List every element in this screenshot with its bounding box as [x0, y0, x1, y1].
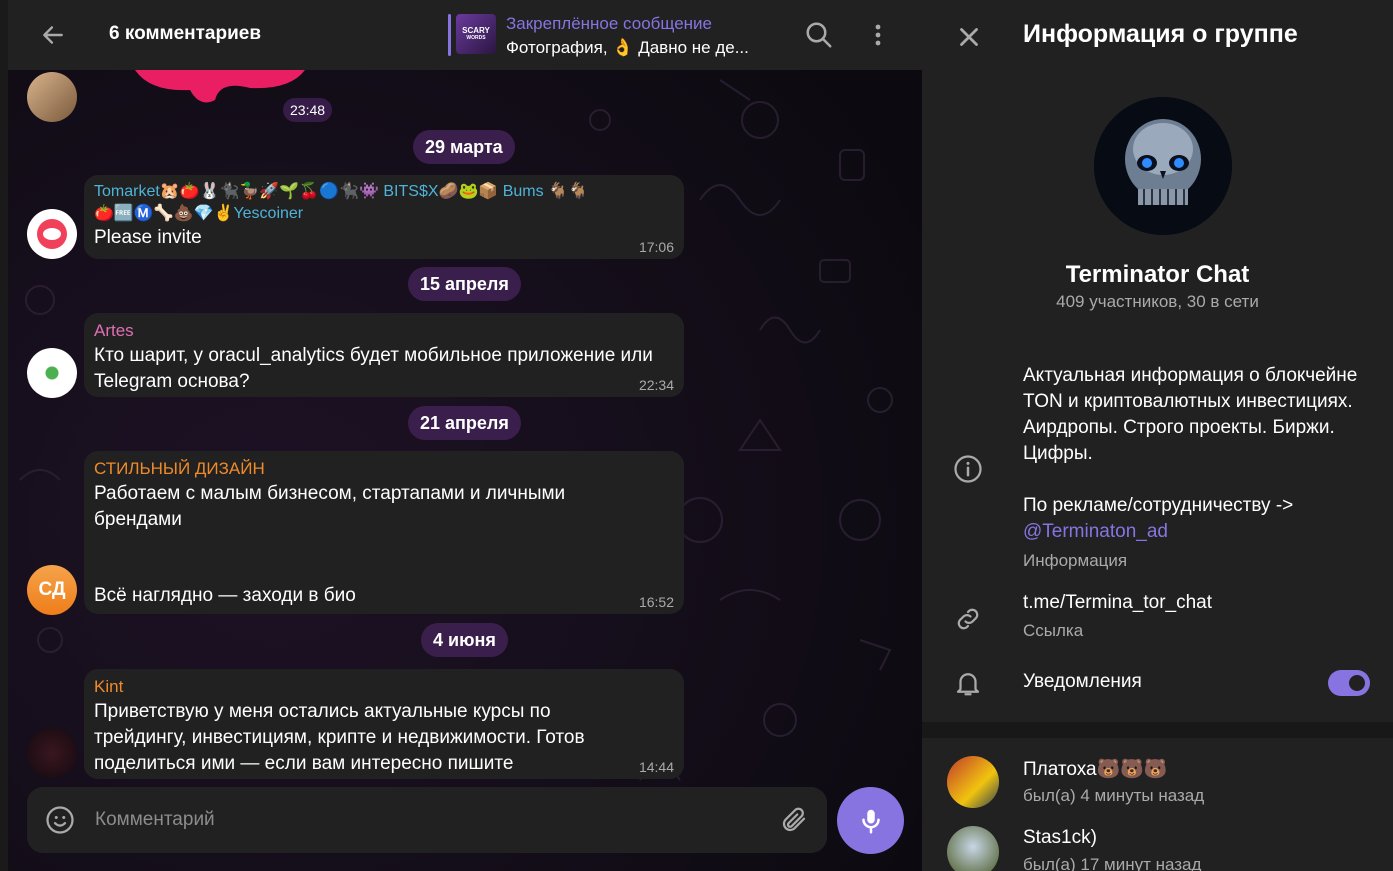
sender-avatar[interactable]	[27, 72, 77, 122]
comments-title: 6 комментариев	[109, 23, 262, 44]
attach-button[interactable]	[779, 805, 809, 835]
message-text: Please invite	[94, 227, 202, 248]
panel-title: Информация о группе	[1023, 20, 1298, 48]
close-icon	[960, 28, 978, 46]
paperclip-icon	[782, 807, 806, 832]
sender-avatar[interactable]	[27, 348, 77, 398]
message-time: 17:06	[638, 239, 674, 255]
message-bubble[interactable]: Artes Кто шарит, у oracul_analytics буде…	[84, 313, 684, 397]
window-edge	[0, 0, 8, 871]
tomato-icon	[37, 219, 67, 249]
pinned-message-preview[interactable]: Фотография, 👌 Давно не де...	[506, 38, 749, 58]
sender-name[interactable]: Kint	[94, 675, 674, 699]
more-vertical-icon	[875, 24, 881, 46]
message-time: 16:52	[638, 594, 674, 610]
section-divider	[922, 722, 1393, 738]
date-separator: 29 марта	[413, 130, 515, 164]
pinned-message-title[interactable]: Закреплённое сообщение	[506, 14, 712, 34]
search-icon	[806, 22, 832, 48]
message-bubble[interactable]: СТИЛЬНЫЙ ДИЗАЙН Работаем с малым бизнесо…	[84, 451, 684, 614]
comment-input[interactable]	[95, 807, 755, 833]
message-time: 23:48	[283, 98, 333, 122]
date-separator: 4 июня	[421, 623, 508, 657]
description-label: Информация	[1023, 551, 1128, 570]
sender-avatar[interactable]	[27, 209, 77, 259]
sender-name[interactable]: СТИЛЬНЫЙ ДИЗАЙН	[94, 457, 674, 481]
more-button[interactable]	[866, 20, 890, 50]
message-composer	[27, 787, 827, 853]
voice-record-button[interactable]	[837, 787, 904, 854]
member-status: был(а) 4 минуты назад	[1023, 786, 1205, 805]
invite-link[interactable]: t.me/Termina_tor_chat	[1023, 592, 1212, 614]
skull-icon	[1094, 97, 1232, 235]
microphone-icon	[861, 809, 880, 833]
sender-name[interactable]: Tomarket🐹🍅🐰🐈‍⬛🦆🚀🌱🍒🔵🐈‍⬛👾 BITS$X🥔🐸📦 Bums 🐐…	[94, 181, 674, 203]
date-separator: 15 апреля	[408, 267, 521, 301]
date-separator: 21 апреля	[408, 406, 521, 440]
arrow-left-icon	[43, 26, 63, 44]
sender-name[interactable]: Artes	[94, 319, 674, 343]
link-icon	[953, 604, 983, 634]
sender-avatar[interactable]	[27, 728, 77, 778]
pinned-thumbnail[interactable]: SCARY WORDS	[456, 14, 496, 54]
message-time: 14:44	[638, 759, 674, 775]
pinned-thumbnail-text: SCARY	[462, 26, 490, 35]
member-status: был(а) 17 минут назад	[1023, 855, 1202, 871]
member-name[interactable]: Платоха🐻🐻🐻	[1023, 757, 1168, 781]
pinned-indicator	[448, 14, 451, 56]
ad-contact-link[interactable]: @Terminaton_ad	[1023, 519, 1373, 545]
message-text-line: Всё наглядно — заходи в био	[94, 585, 356, 606]
description-text: Актуальная информация о блокчейне TON и …	[1023, 365, 1358, 464]
notifications-toggle[interactable]	[1328, 670, 1370, 696]
chat-header: 6 комментариев SCARY WORDS Закреплённое …	[8, 0, 922, 70]
invite-link-label: Ссылка	[1023, 621, 1084, 640]
message-time: 22:34	[638, 377, 674, 393]
search-button[interactable]	[804, 20, 834, 50]
group-info-panel: Информация о группе Terminator Chat 409 …	[922, 0, 1393, 871]
message-bubble[interactable]: Tomarket🐹🍅🐰🐈‍⬛🦆🚀🌱🍒🔵🐈‍⬛👾 BITS$X🥔🐸📦 Bums 🐐…	[84, 175, 684, 259]
sender-avatar[interactable]: СД	[27, 565, 77, 615]
bell-icon	[953, 668, 983, 698]
close-button[interactable]	[954, 22, 984, 52]
sticker-fragment	[135, 70, 305, 103]
toggle-knob	[1346, 672, 1368, 694]
emoji-button[interactable]	[45, 805, 75, 835]
group-description: Актуальная информация о блокчейне TON и …	[1023, 363, 1373, 545]
smile-icon	[46, 806, 74, 834]
message-bubble[interactable]: Kint Приветствую у меня остались актуаль…	[84, 669, 684, 779]
group-avatar[interactable]	[1094, 97, 1232, 235]
ad-contact-text: По рекламе/сотрудничеству ->	[1023, 495, 1294, 516]
pinned-thumbnail-subtext: WORDS	[466, 35, 486, 41]
message-text: Работаем с малым бизнесом, стартапами и …	[94, 483, 566, 530]
back-button[interactable]	[38, 20, 68, 50]
member-avatar[interactable]	[947, 756, 999, 808]
chat-panel: 23:48 29 марта Tomarket🐹🍅🐰🐈‍⬛🦆🚀🌱🍒🔵🐈‍⬛👾 B…	[0, 0, 922, 871]
group-name: Terminator Chat	[1065, 261, 1250, 288]
sender-name-continued[interactable]: 🍅🆓Ⓜ️🦴💩💎✌️Yescoiner	[94, 203, 674, 225]
info-icon	[953, 454, 983, 484]
message-text: Приветствую у меня остались актуальные к…	[94, 701, 585, 774]
member-name[interactable]: Stas1ck)	[1023, 827, 1097, 849]
notifications-label: Уведомления	[1023, 671, 1142, 692]
message-text: Кто шарит, у oracul_analytics будет моби…	[94, 345, 653, 392]
member-avatar[interactable]	[947, 826, 999, 871]
group-members-count: 409 участников, 30 в сети	[1056, 292, 1259, 311]
